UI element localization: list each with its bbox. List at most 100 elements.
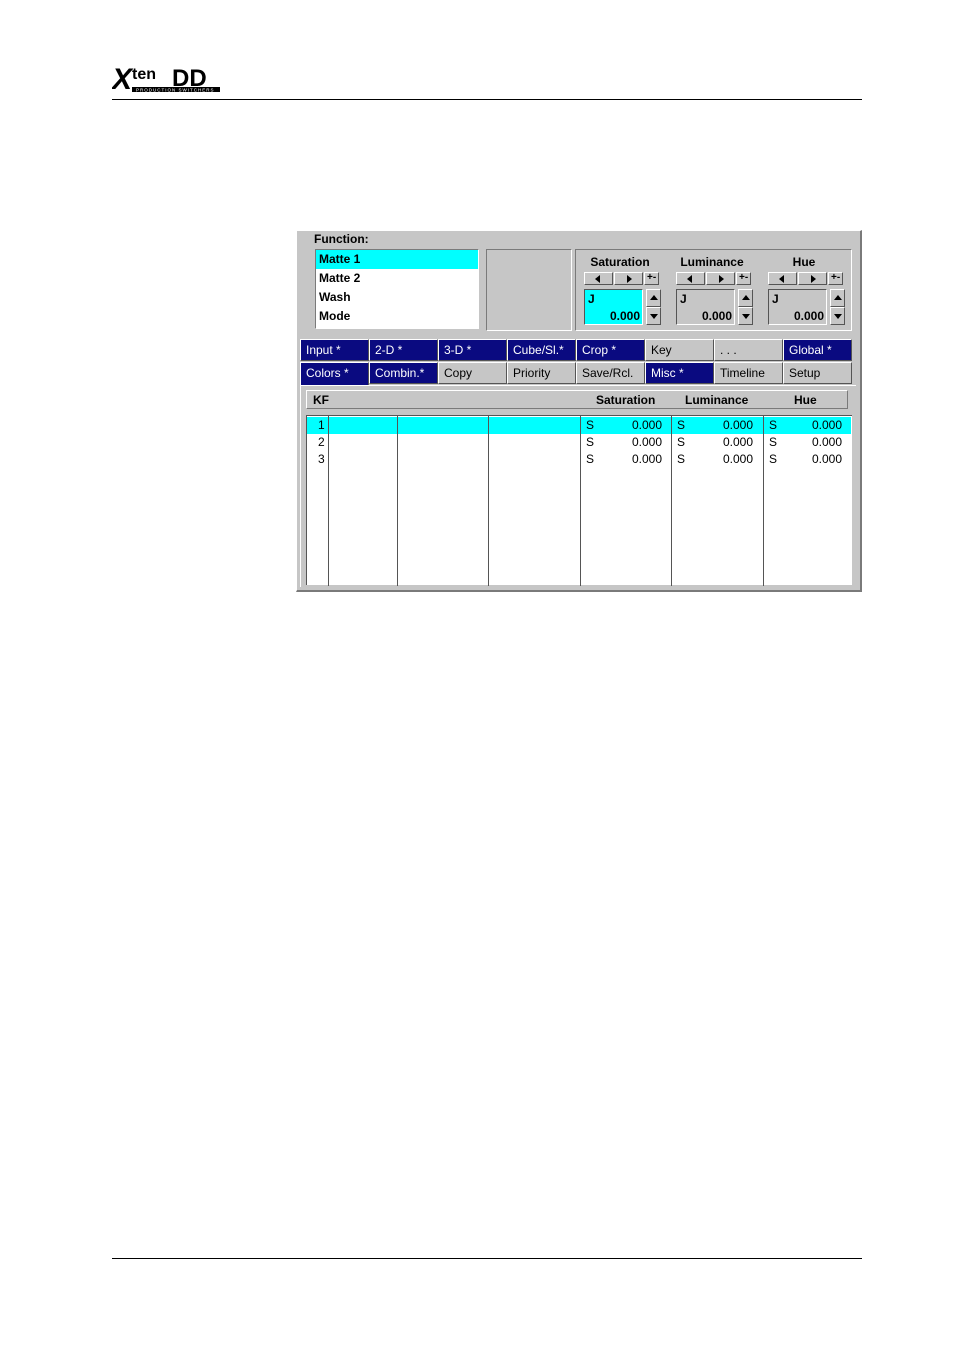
luminance-flag: S: [677, 435, 686, 449]
tab-copy[interactable]: Copy: [438, 362, 507, 384]
hue-up-button[interactable]: [830, 289, 845, 307]
hue-flag: S: [769, 452, 778, 466]
table-row[interactable]: 3 S 0.000 S 0.000 S 0.000: [307, 451, 851, 468]
tab-misc[interactable]: Misc *: [645, 362, 714, 384]
tab-more[interactable]: . . .: [714, 339, 783, 361]
keyframe-table[interactable]: 1 S 0.000 S 0.000 S 0.000 2 S 0.000 S 0.…: [306, 415, 852, 586]
left-arrow-icon: [687, 275, 692, 283]
right-arrow-icon: [811, 275, 816, 283]
saturation-up-button[interactable]: [646, 289, 661, 307]
luminance-plus-minus-button[interactable]: +-: [736, 272, 751, 285]
keyframe-table-header: KF Saturation Luminance Hue: [306, 390, 848, 409]
table-row[interactable]: 2 S 0.000 S 0.000 S 0.000: [307, 434, 851, 451]
luminance-value: 0.000: [701, 309, 732, 323]
parameter-panel: Saturation +- J 0.000 Luminance +- J 0.0…: [575, 249, 852, 331]
luminance-control: Luminance +- J 0.000: [668, 250, 756, 330]
hue-cell: 0.000: [812, 435, 843, 449]
luminance-unit: J: [680, 292, 687, 306]
luminance-flag: S: [677, 452, 686, 466]
tab-colors[interactable]: Colors *: [300, 362, 369, 386]
tab-setup[interactable]: Setup: [783, 362, 852, 384]
function-label: Function:: [314, 232, 369, 246]
luminance-up-button[interactable]: [738, 289, 753, 307]
tab-combin[interactable]: Combin.*: [369, 362, 438, 384]
luminance-cell: 0.000: [723, 418, 754, 432]
hue-right-arrow-button[interactable]: [798, 272, 827, 285]
luminance-left-arrow-button[interactable]: [676, 272, 705, 285]
saturation-flag: S: [586, 418, 595, 432]
saturation-left-arrow-button[interactable]: [584, 272, 613, 285]
luminance-cell: 0.000: [723, 452, 754, 466]
down-arrow-icon: [742, 314, 750, 319]
header-rule: [112, 99, 862, 100]
tab-key[interactable]: Key: [645, 339, 714, 361]
saturation-cell: 0.000: [632, 418, 663, 432]
tab-cube-sl[interactable]: Cube/Sl.*: [507, 339, 576, 361]
right-arrow-icon: [719, 275, 724, 283]
tab-row-2: Colors * Combin.* Copy Priority Save/Rcl…: [300, 362, 852, 386]
luminance-cell: 0.000: [723, 435, 754, 449]
header-kf: KF: [313, 393, 329, 407]
tab-2d[interactable]: 2-D *: [369, 339, 438, 361]
saturation-down-button[interactable]: [646, 307, 661, 325]
saturation-value-field[interactable]: J 0.000: [584, 289, 643, 325]
down-arrow-icon: [834, 314, 842, 319]
xten-dd-logo: X ten DD PRODUCTION SWITCHERS: [112, 62, 224, 96]
hue-cell: 0.000: [812, 452, 843, 466]
plus-minus-icon: +-: [647, 272, 657, 283]
plus-minus-icon: +-: [739, 272, 749, 283]
tab-crop[interactable]: Crop *: [576, 339, 645, 361]
hue-control: Hue +- J 0.000: [760, 250, 848, 330]
table-row[interactable]: 1 S 0.000 S 0.000 S 0.000: [307, 417, 851, 434]
tab-global[interactable]: Global *: [783, 339, 852, 361]
keyframe-table-area: KF Saturation Luminance Hue 1 S 0.000 S …: [300, 385, 856, 587]
up-arrow-icon: [650, 295, 658, 300]
function-item-matte-2[interactable]: Matte 2: [316, 269, 478, 288]
hue-cell: 0.000: [812, 418, 843, 432]
up-arrow-icon: [834, 295, 842, 300]
hue-down-button[interactable]: [830, 307, 845, 325]
svg-text:X: X: [112, 63, 134, 96]
luminance-right-arrow-button[interactable]: [706, 272, 735, 285]
saturation-right-arrow-button[interactable]: [614, 272, 643, 285]
hue-left-arrow-button[interactable]: [768, 272, 797, 285]
hue-plus-minus-button[interactable]: +-: [828, 272, 843, 285]
saturation-title: Saturation: [590, 255, 650, 269]
luminance-flag: S: [677, 418, 686, 432]
empty-panel: [486, 249, 572, 331]
tab-priority[interactable]: Priority: [507, 362, 576, 384]
function-item-wash[interactable]: Wash: [316, 288, 478, 307]
hue-flag: S: [769, 435, 778, 449]
function-item-matte-1[interactable]: Matte 1: [316, 250, 478, 269]
tab-save-rcl[interactable]: Save/Rcl.: [576, 362, 645, 384]
tab-3d[interactable]: 3-D *: [438, 339, 507, 361]
luminance-down-button[interactable]: [738, 307, 753, 325]
footer-rule: [112, 1258, 862, 1259]
colors-menu-window: Function: Matte 1 Matte 2 Wash Mode Satu…: [296, 230, 862, 592]
function-item-mode[interactable]: Mode: [316, 307, 478, 326]
saturation-unit: J: [588, 292, 595, 306]
function-list[interactable]: Matte 1 Matte 2 Wash Mode: [315, 249, 479, 329]
hue-unit: J: [772, 292, 779, 306]
saturation-plus-minus-button[interactable]: +-: [644, 272, 659, 285]
saturation-cell: 0.000: [632, 452, 663, 466]
tab-row-1: Input * 2-D * 3-D * Cube/Sl.* Crop * Key…: [300, 339, 852, 361]
tab-timeline[interactable]: Timeline: [714, 362, 783, 384]
hue-spinner: [830, 289, 845, 325]
saturation-value: 0.000: [609, 309, 640, 323]
luminance-spinner: [738, 289, 753, 325]
tab-input[interactable]: Input *: [300, 339, 369, 361]
kf-number: 2: [318, 435, 325, 449]
saturation-cell: 0.000: [632, 435, 663, 449]
saturation-control: Saturation +- J 0.000: [576, 250, 664, 330]
left-arrow-icon: [779, 275, 784, 283]
luminance-title: Luminance: [680, 255, 744, 269]
down-arrow-icon: [650, 314, 658, 319]
right-arrow-icon: [627, 275, 632, 283]
hue-value-field[interactable]: J 0.000: [768, 289, 827, 325]
luminance-value-field[interactable]: J 0.000: [676, 289, 735, 325]
hue-flag: S: [769, 418, 778, 432]
saturation-flag: S: [586, 435, 595, 449]
plus-minus-icon: +-: [831, 272, 841, 283]
hue-title: Hue: [792, 255, 816, 269]
